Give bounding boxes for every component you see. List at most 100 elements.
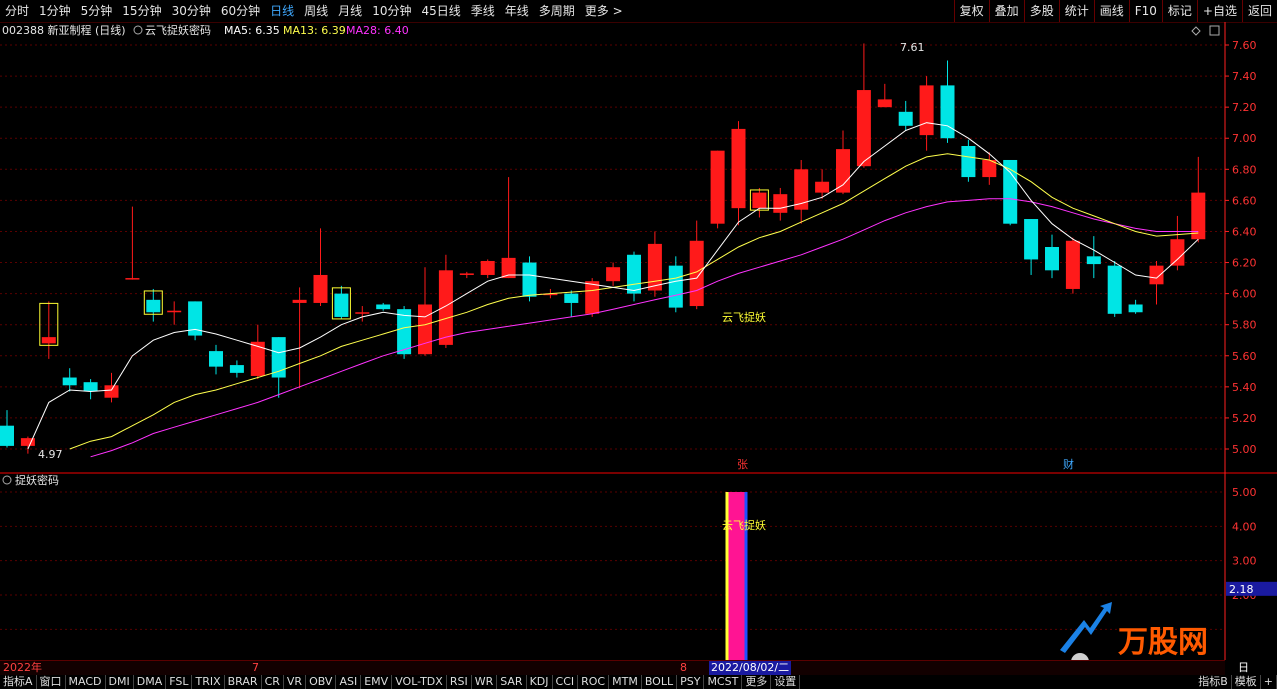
indicator-tab-6[interactable]: TRIX — [192, 675, 225, 689]
collapse-icon — [133, 25, 143, 35]
candle-body — [146, 299, 161, 313]
indicator-tab-16[interactable]: SAR — [497, 675, 527, 689]
indicator-template-tab-2[interactable]: + — [1261, 675, 1277, 689]
indicator-tab-9[interactable]: VR — [284, 675, 307, 689]
tool-button-4[interactable]: 画线 — [1093, 0, 1129, 22]
candle-body — [1107, 265, 1122, 314]
indicator-tab-1[interactable]: 窗口 — [37, 675, 66, 689]
sub-tick-label: 5.00 — [1232, 486, 1257, 499]
maximize-icon — [1209, 25, 1220, 36]
candle-body — [1170, 239, 1185, 266]
candle-body — [418, 304, 432, 355]
candle-body — [606, 267, 621, 282]
tab-period-8[interactable]: 月线 — [333, 0, 367, 22]
price-tick-label: 7.60 — [1232, 39, 1257, 52]
indicator-tab-7[interactable]: BRAR — [225, 675, 262, 689]
indicator-tab-21[interactable]: BOLL — [642, 675, 678, 689]
indicator-tab-22[interactable]: PSY — [677, 675, 705, 689]
tool-button-6[interactable]: 标记 — [1161, 0, 1197, 22]
indicator-template-tab-0[interactable]: 指标B — [1195, 675, 1232, 689]
candle-body — [877, 99, 892, 108]
right-toolbar: 复权 叠加 多股 统计 画线 F10 标记 +自选 返回 — [953, 0, 1277, 22]
stock-title: 002388 新亚制程 (日线) — [2, 23, 126, 37]
tool-button-5[interactable]: F10 — [1128, 0, 1162, 22]
indicator-tab-4[interactable]: DMA — [134, 675, 167, 689]
indicator-tab-17[interactable]: KDJ — [527, 675, 553, 689]
date-month-8: 8 — [680, 661, 687, 674]
tool-button-1[interactable]: 叠加 — [988, 0, 1024, 22]
indicator-tab-5[interactable]: FSL — [166, 675, 193, 689]
price-tick-label: 7.40 — [1232, 70, 1257, 83]
tab-period-10[interactable]: 45日线 — [416, 0, 465, 22]
tab-period-7[interactable]: 周线 — [299, 0, 333, 22]
indicator-tab-3[interactable]: DMI — [106, 675, 134, 689]
tool-button-8[interactable]: 返回 — [1241, 0, 1277, 22]
chart-arrow-icon — [1060, 602, 1112, 653]
tab-period-5[interactable]: 60分钟 — [216, 0, 265, 22]
indicator-tab-0[interactable]: 指标A — [0, 675, 37, 689]
candle-body — [961, 146, 976, 178]
tab-period-3[interactable]: 15分钟 — [117, 0, 166, 22]
tab-period-12[interactable]: 年线 — [500, 0, 534, 22]
price-tick-label: 5.00 — [1232, 443, 1257, 456]
signal-label: 云飞捉妖 — [722, 310, 766, 324]
candle-body — [564, 293, 579, 303]
low-label: 4.97 — [38, 448, 63, 461]
tab-period-1[interactable]: 1分钟 — [34, 0, 76, 22]
indicator-tab-15[interactable]: WR — [472, 675, 498, 689]
candle-body — [1149, 265, 1164, 285]
price-tick-label: 5.60 — [1232, 350, 1257, 363]
indicator-tab-2[interactable]: MACD — [66, 675, 106, 689]
sub-tick-label: 3.00 — [1232, 555, 1257, 568]
date-month-7: 7 — [252, 661, 259, 674]
candle-body — [856, 90, 871, 167]
tab-period-14[interactable]: 更多 > — [580, 0, 628, 22]
tab-period-11[interactable]: 季线 — [466, 0, 500, 22]
candle-body — [480, 260, 495, 275]
tool-button-3[interactable]: 统计 — [1058, 0, 1094, 22]
indicator-tab-25[interactable]: 设置 — [771, 675, 801, 689]
candle-body — [355, 312, 370, 314]
price-tick-label: 5.40 — [1232, 381, 1257, 394]
zhang-marker: 张 — [737, 458, 748, 471]
price-tick-label: 6.20 — [1232, 257, 1257, 270]
candle-body — [41, 337, 56, 344]
candle-body — [647, 243, 662, 291]
indicator-tab-8[interactable]: CR — [262, 675, 284, 689]
tab-period-2[interactable]: 5分钟 — [76, 0, 118, 22]
chart-area[interactable]: 7.60 7.40 7.20 7.00 6.80 6.60 6.40 6.20 6.00 5.80… — [0, 22, 1277, 671]
indicator-template-tab-1[interactable]: 模板 — [1232, 675, 1261, 689]
indicator-tab-11[interactable]: ASI — [336, 675, 362, 689]
coin-icon — [1071, 653, 1089, 671]
signal-bar — [725, 492, 748, 660]
tool-button-7[interactable]: +自选 — [1196, 0, 1242, 22]
date-bar: 2022年 7 8 2022/08/02/二 日线 — [0, 660, 1249, 688]
indicator-tab-18[interactable]: CCI — [553, 675, 579, 689]
tab-period-4[interactable]: 30分钟 — [167, 0, 216, 22]
tab-period-0[interactable]: 分时 — [0, 0, 34, 22]
indicator-tab-12[interactable]: EMV — [361, 675, 393, 689]
indicator-tab-20[interactable]: MTM — [609, 675, 642, 689]
tool-button-0[interactable]: 复权 — [953, 0, 989, 22]
candle-body — [292, 299, 307, 303]
candle-body — [376, 304, 391, 310]
indicator-tab-14[interactable]: RSI — [447, 675, 472, 689]
indicator-tab-24[interactable]: 更多 — [742, 675, 772, 689]
tab-period-9[interactable]: 10分钟 — [367, 0, 416, 22]
candle-body — [167, 310, 182, 313]
indicator-tab-19[interactable]: ROC — [578, 675, 610, 689]
price-tick-label: 6.40 — [1232, 225, 1257, 238]
candle-body — [83, 382, 98, 392]
indicator-tab-10[interactable]: OBV — [306, 675, 337, 689]
price-tick-label: 5.20 — [1232, 412, 1257, 425]
indicator-tab-13[interactable]: VOL-TDX — [392, 675, 447, 689]
candle-body — [731, 128, 746, 209]
price-tick-label: 7.20 — [1232, 101, 1257, 114]
candle-body — [229, 365, 244, 373]
kline-chart[interactable]: 7.60 7.40 7.20 7.00 6.80 6.60 6.40 6.20 6.00 5.80… — [0, 22, 1277, 671]
tool-button-2[interactable]: 多股 — [1023, 0, 1059, 22]
tab-period-13[interactable]: 多周期 — [534, 0, 580, 22]
indicator-tab-23[interactable]: MCST — [704, 675, 743, 689]
price-tick-label: 6.00 — [1232, 288, 1257, 301]
tab-period-6[interactable]: 日线 — [265, 0, 299, 22]
